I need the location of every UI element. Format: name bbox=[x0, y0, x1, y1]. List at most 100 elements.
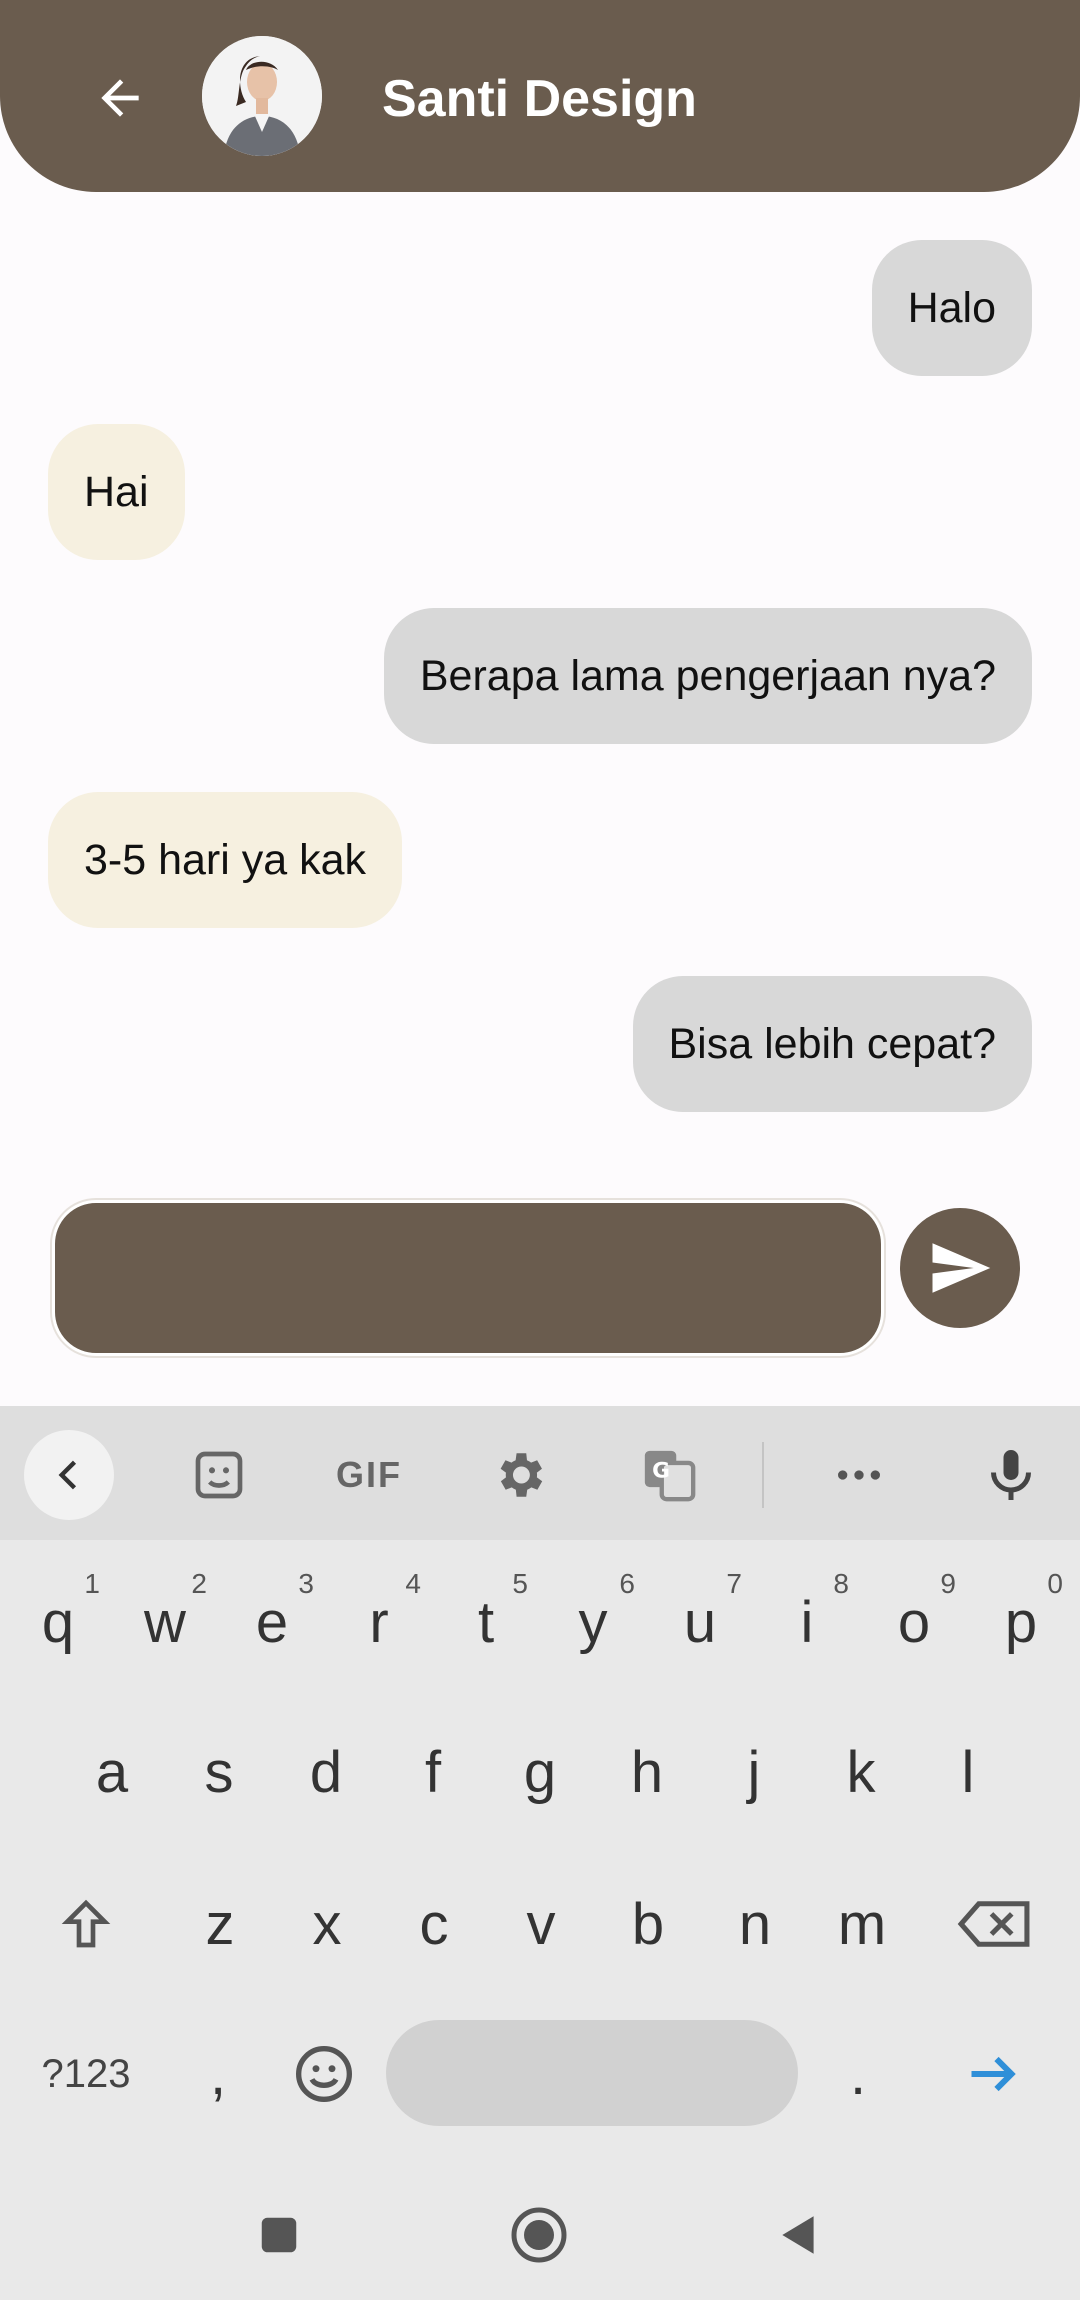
key-d[interactable]: d bbox=[276, 1712, 376, 1832]
translate-button[interactable]: G bbox=[624, 1430, 714, 1520]
key-u[interactable]: u7 bbox=[650, 1562, 750, 1682]
key-m[interactable]: m bbox=[812, 1864, 912, 1984]
send-icon bbox=[932, 1243, 991, 1293]
sticker-icon bbox=[195, 1451, 243, 1499]
key-z[interactable]: z bbox=[170, 1864, 270, 1984]
gif-button[interactable]: GIF bbox=[324, 1430, 414, 1520]
backspace-key[interactable] bbox=[944, 1864, 1044, 1984]
key-h[interactable]: h bbox=[597, 1712, 697, 1832]
key-label: r bbox=[369, 1589, 389, 1655]
period-key[interactable]: . bbox=[808, 2014, 908, 2134]
key-s[interactable]: s bbox=[169, 1712, 269, 1832]
backspace-icon bbox=[957, 1901, 1030, 1947]
message-bubble-sent[interactable]: Berapa lama pengerjaan nya? bbox=[383, 608, 1032, 744]
message-bubble-sent[interactable]: Halo bbox=[871, 240, 1032, 376]
composer bbox=[48, 1196, 1040, 1360]
key-x[interactable]: x bbox=[277, 1864, 377, 1984]
arrow-left-icon bbox=[101, 79, 139, 117]
more-button[interactable] bbox=[814, 1430, 904, 1520]
key-g[interactable]: g bbox=[490, 1712, 590, 1832]
key-t[interactable]: t5 bbox=[436, 1562, 536, 1682]
home-button[interactable] bbox=[494, 2190, 584, 2280]
key-hint: 4 bbox=[405, 1568, 421, 1599]
key-e[interactable]: e3 bbox=[222, 1562, 322, 1682]
key-j[interactable]: j bbox=[704, 1712, 804, 1832]
key-c[interactable]: c bbox=[384, 1864, 484, 1984]
soft-keyboard: GIF G bbox=[0, 1406, 1080, 2300]
message-input[interactable] bbox=[52, 1200, 884, 1356]
key-hint: 5 bbox=[512, 1568, 528, 1599]
key-k[interactable]: k bbox=[811, 1712, 911, 1832]
key-n[interactable]: n bbox=[705, 1864, 805, 1984]
key-a[interactable]: a bbox=[62, 1712, 162, 1832]
key-v[interactable]: v bbox=[491, 1864, 591, 1984]
symbols-key[interactable]: ?123 bbox=[36, 2014, 136, 2134]
message-bubble-received[interactable]: 3-5 hari ya kak bbox=[48, 792, 403, 928]
person-photo-icon bbox=[202, 36, 322, 156]
square-icon bbox=[261, 2217, 297, 2253]
key-f[interactable]: f bbox=[383, 1712, 483, 1832]
send-button[interactable] bbox=[900, 1208, 1020, 1328]
key-label: p bbox=[1004, 1589, 1038, 1655]
chevron-left-icon bbox=[58, 1460, 77, 1490]
translate-icon: G bbox=[644, 1450, 696, 1502]
message-text: 3-5 hari ya kak bbox=[84, 835, 367, 884]
gif-label: GIF bbox=[336, 1454, 402, 1495]
key-w[interactable]: w2 bbox=[115, 1562, 215, 1682]
shift-key[interactable] bbox=[36, 1864, 136, 1984]
key-p[interactable]: p0 bbox=[971, 1562, 1071, 1682]
key-hint: 2 bbox=[191, 1568, 207, 1599]
keyboard-toolbar: GIF G bbox=[0, 1406, 1080, 1540]
microphone-icon bbox=[991, 1450, 1031, 1500]
message-text: Hai bbox=[84, 467, 149, 516]
chat-header: Santi Design bbox=[0, 0, 1080, 192]
key-label: o bbox=[897, 1589, 931, 1655]
back-button[interactable] bbox=[80, 58, 160, 138]
message-text: Halo bbox=[907, 283, 996, 332]
key-label: u bbox=[683, 1589, 717, 1655]
comma-key[interactable]: , bbox=[168, 2014, 268, 2134]
recents-button[interactable] bbox=[234, 2190, 324, 2280]
key-hint: 3 bbox=[298, 1568, 314, 1599]
key-hint: 0 bbox=[1047, 1568, 1063, 1599]
key-label: y bbox=[578, 1589, 608, 1655]
key-hint: 7 bbox=[726, 1568, 742, 1599]
space-key[interactable] bbox=[386, 2020, 798, 2126]
voice-input-button[interactable] bbox=[966, 1430, 1056, 1520]
settings-button[interactable] bbox=[474, 1430, 564, 1520]
more-horizontal-icon bbox=[838, 1470, 880, 1480]
emoji-key[interactable] bbox=[274, 2014, 374, 2134]
svg-text:G: G bbox=[652, 1458, 670, 1483]
message-bubble-received[interactable]: Hai bbox=[48, 424, 185, 560]
key-hint: 8 bbox=[833, 1568, 849, 1599]
triangle-back-icon bbox=[782, 2216, 814, 2254]
key-label: e bbox=[255, 1589, 289, 1655]
arrow-right-icon bbox=[971, 2056, 1016, 2092]
key-b[interactable]: b bbox=[598, 1864, 698, 1984]
smiley-icon bbox=[296, 2046, 352, 2102]
message-bubble-sent[interactable]: Bisa lebih cepat? bbox=[632, 976, 1032, 1112]
shift-arrow-icon bbox=[61, 1899, 111, 1948]
key-hint: 9 bbox=[940, 1568, 956, 1599]
key-label: i bbox=[800, 1589, 814, 1655]
key-i[interactable]: i8 bbox=[757, 1562, 857, 1682]
key-q[interactable]: q1 bbox=[8, 1562, 108, 1682]
key-r[interactable]: r4 bbox=[329, 1562, 429, 1682]
key-label: w bbox=[144, 1589, 186, 1655]
message-text: Berapa lama pengerjaan nya? bbox=[419, 651, 996, 700]
key-o[interactable]: o9 bbox=[864, 1562, 964, 1682]
toolbar-divider bbox=[762, 1442, 764, 1508]
avatar[interactable] bbox=[202, 36, 322, 156]
keyboard-collapse-button[interactable] bbox=[24, 1430, 114, 1520]
key-l[interactable]: l bbox=[918, 1712, 1018, 1832]
circle-home-icon bbox=[511, 2207, 567, 2263]
back-nav-button[interactable] bbox=[754, 2190, 844, 2280]
key-hint: 1 bbox=[84, 1568, 100, 1599]
sticker-button[interactable] bbox=[174, 1430, 264, 1520]
key-y[interactable]: y6 bbox=[543, 1562, 643, 1682]
gear-icon bbox=[500, 1453, 543, 1497]
message-text: Bisa lebih cepat? bbox=[668, 1019, 997, 1068]
system-nav-bar bbox=[0, 2170, 1080, 2300]
enter-key[interactable] bbox=[944, 2014, 1044, 2134]
key-hint: 6 bbox=[619, 1568, 635, 1599]
